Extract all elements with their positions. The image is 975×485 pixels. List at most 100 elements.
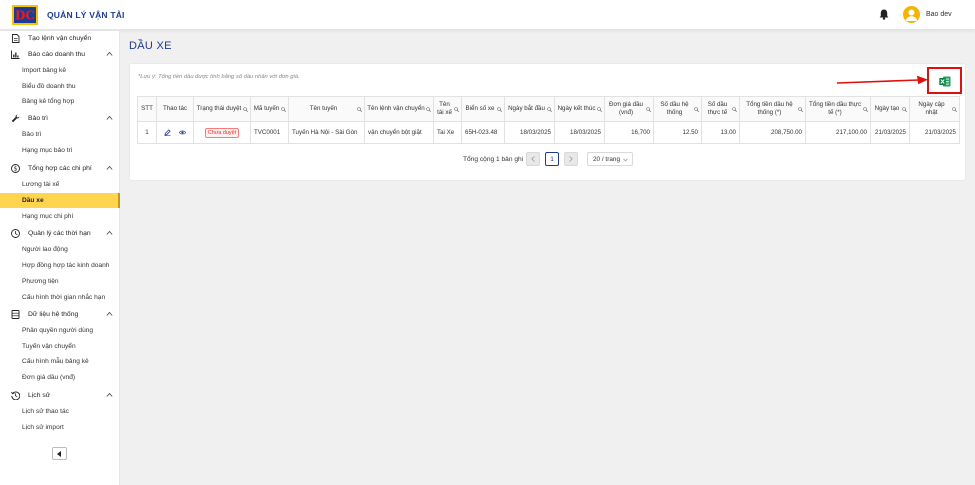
sidebar-item-hang-muc-chi-phi[interactable]: Hạng mục chi phí bbox=[0, 209, 120, 224]
sidebar-item-cau-hinh-thoi-gian-nhac-han[interactable]: Cấu hình thời gian nhắc hạn bbox=[0, 290, 120, 305]
excel-export-icon[interactable] bbox=[939, 76, 951, 87]
column-search-icon[interactable] bbox=[426, 107, 431, 112]
column-header-label: Biển số xe bbox=[465, 105, 495, 112]
chevron-left-icon bbox=[531, 156, 535, 162]
user-name[interactable]: Bao dev bbox=[926, 11, 952, 18]
sidebar-group-tao-lenh-van-chuyen[interactable]: Tạo lệnh vận chuyển bbox=[0, 31, 120, 46]
column-header: Mã tuyến bbox=[250, 96, 289, 122]
prev-page-button[interactable] bbox=[526, 152, 540, 166]
column-search-icon[interactable] bbox=[454, 107, 459, 112]
user-avatar[interactable] bbox=[903, 6, 920, 23]
sidebar-item-phuong-tien[interactable]: Phương tiện bbox=[0, 274, 120, 289]
column-search-icon[interactable] bbox=[646, 107, 651, 112]
table-row[interactable]: 1 Chưa duyệt TVC0001 Tuyến Hà Nội - Sài … bbox=[137, 121, 960, 144]
column-search-icon[interactable] bbox=[597, 107, 602, 112]
top-header: DC QUẢN LÝ VẬN TẢI Bao dev bbox=[0, 0, 975, 30]
sidebar-item-luong-tai-xe[interactable]: Lương tài xế bbox=[0, 177, 120, 192]
sidebar-item-lich-su-thao-tac[interactable]: Lịch sử thao tác bbox=[0, 404, 120, 419]
cell-end-date: 18/03/2025 bbox=[554, 121, 605, 144]
sidebar-item-bang-ke-tong-hop[interactable]: Bảng kê tổng hợp bbox=[0, 94, 120, 109]
page-size-select[interactable]: 20 / trang bbox=[587, 152, 633, 166]
sidebar-label: Phân quyền người dùng bbox=[22, 327, 94, 334]
annotation-arrow-icon bbox=[836, 75, 928, 85]
column-header-label: Đơn giá dầu (vnđ) bbox=[609, 101, 643, 116]
column-header: Thao tác bbox=[156, 96, 194, 122]
sidebar-item-bieu-do-doanh-thu[interactable]: Biểu đồ doanh thu bbox=[0, 79, 120, 94]
column-search-icon[interactable] bbox=[243, 107, 248, 112]
sidebar-label: Tuyến vận chuyển bbox=[22, 343, 76, 350]
column-search-icon[interactable] bbox=[357, 107, 362, 112]
column-search-icon[interactable] bbox=[863, 107, 868, 112]
edit-icon[interactable] bbox=[164, 129, 171, 136]
sidebar-group-du-lieu-he-thong[interactable]: Dữ liệu hệ thống bbox=[0, 307, 120, 322]
page-number-button[interactable]: 1 bbox=[545, 152, 559, 166]
fuel-table: STT Thao tác Trạng thái duyệt Mã tuyến Tên t… bbox=[137, 96, 960, 144]
column-search-icon[interactable] bbox=[902, 107, 907, 112]
company-logo[interactable]: DC bbox=[12, 5, 38, 25]
content-card: *Lưu ý: Tổng tiền dầu được tính bằng số … bbox=[129, 63, 966, 181]
sidebar-item-nguoi-lao-dong[interactable]: Người lao động bbox=[0, 242, 120, 257]
sidebar-group-lich-su[interactable]: Lịch sử bbox=[0, 388, 120, 403]
sidebar-label: Biểu đồ doanh thu bbox=[22, 83, 76, 90]
sidebar-item-cau-hinh-mau-bang-ke[interactable]: Cấu hình mẫu bảng kê bbox=[0, 354, 120, 369]
sidebar-item-bao-tri[interactable]: Bảo trì bbox=[0, 127, 120, 142]
sidebar: Tạo lệnh vận chuyển Báo cáo doanh thu Impo… bbox=[0, 31, 120, 485]
sidebar-label: Tổng hợp các chi phí bbox=[28, 165, 92, 172]
sidebar-label: Đơn giá dầu (vnđ) bbox=[22, 374, 76, 381]
sidebar-item-import-bang-ke[interactable]: Import bảng kê bbox=[0, 63, 120, 78]
chevron-up-icon bbox=[106, 230, 113, 235]
cell-unit-price: 16,700 bbox=[604, 121, 654, 144]
sidebar-group-tong-hop-cac-chi-phi[interactable]: $ Tổng hợp các chi phí bbox=[0, 161, 120, 176]
column-search-icon[interactable] bbox=[798, 107, 803, 112]
bell-icon[interactable] bbox=[879, 9, 889, 20]
dollar-icon: $ bbox=[11, 164, 20, 173]
svg-text:$: $ bbox=[14, 166, 18, 173]
cell-created: 21/03/2025 bbox=[870, 121, 910, 144]
column-header-label: Tên tuyến bbox=[309, 105, 338, 112]
sidebar-collapse-button[interactable] bbox=[52, 447, 67, 460]
cell-actual-total: 217,100.00 bbox=[805, 121, 871, 144]
eye-icon[interactable] bbox=[178, 129, 186, 136]
sidebar-label: Import bảng kê bbox=[22, 67, 66, 74]
column-header: Tổng tiền dầu hệ thống (*) bbox=[739, 96, 806, 122]
sidebar-label: Báo cáo doanh thu bbox=[28, 51, 86, 58]
column-header-label: Ngày bắt đầu bbox=[508, 105, 545, 112]
sidebar-label: Cấu hình thời gian nhắc hạn bbox=[22, 294, 106, 301]
column-header: Đơn giá dầu (vnđ) bbox=[604, 96, 654, 122]
column-header: Biển số xe bbox=[461, 96, 505, 122]
sidebar-group-bao-tri[interactable]: Bảo trì bbox=[0, 111, 120, 126]
sidebar-item-tuyen-van-chuyen[interactable]: Tuyến vận chuyển bbox=[0, 339, 120, 354]
sidebar-item-dau-xe[interactable]: Dầu xe bbox=[0, 193, 120, 208]
column-header: STT bbox=[137, 96, 157, 122]
column-header-label: Tên tài xế bbox=[437, 101, 452, 116]
column-search-icon[interactable] bbox=[732, 107, 737, 112]
column-header: Tên tài xế bbox=[433, 96, 462, 122]
cell-updated: 21/03/2025 bbox=[909, 121, 960, 144]
column-header-label: Ngày cập nhật bbox=[918, 101, 945, 116]
sidebar-item-don-gia-dau-vnd[interactable]: Đơn giá dầu (vnđ) bbox=[0, 370, 120, 385]
sidebar-item-phan-quyen-nguoi-dung[interactable]: Phân quyền người dùng bbox=[0, 323, 120, 338]
sidebar-item-hang-muc-bao-tri[interactable]: Hạng mục bảo trì bbox=[0, 143, 120, 158]
column-search-icon[interactable] bbox=[952, 107, 957, 112]
total-records: Tổng cộng 1 bản ghi bbox=[463, 156, 524, 163]
sidebar-group-quan-ly-cac-thoi-han[interactable]: Quản lý các thời hạn bbox=[0, 226, 120, 241]
sidebar-label: Tạo lệnh vận chuyển bbox=[28, 35, 92, 42]
column-header: Ngày bắt đầu bbox=[504, 96, 555, 122]
status-badge: Chưa duyệt bbox=[204, 127, 240, 138]
sidebar-item-lich-su-import[interactable]: Lịch sử import bbox=[0, 420, 120, 435]
document-icon bbox=[12, 34, 20, 43]
column-search-icon[interactable] bbox=[547, 107, 552, 112]
next-page-button[interactable] bbox=[564, 152, 578, 166]
sidebar-item-hop-dong-hop-tac-kinh-doanh[interactable]: Hợp đồng hợp tác kinh doanh bbox=[0, 258, 120, 273]
column-header-label: Mã tuyến bbox=[253, 105, 280, 112]
sidebar-label: Bảng kê tổng hợp bbox=[22, 98, 75, 105]
column-search-icon[interactable] bbox=[497, 107, 502, 112]
sidebar-group-bao-cao-doanh-thu[interactable]: Báo cáo doanh thu bbox=[0, 47, 120, 62]
column-search-icon[interactable] bbox=[694, 107, 699, 112]
sidebar-label: Lương tài xế bbox=[22, 181, 60, 188]
column-search-icon[interactable] bbox=[281, 107, 286, 112]
cell-sys-fuel: 12.50 bbox=[653, 121, 702, 144]
sidebar-label: Lịch sử import bbox=[22, 424, 64, 431]
sidebar-label: Bảo trì bbox=[22, 131, 42, 138]
sidebar-label: Quản lý các thời hạn bbox=[28, 230, 91, 237]
